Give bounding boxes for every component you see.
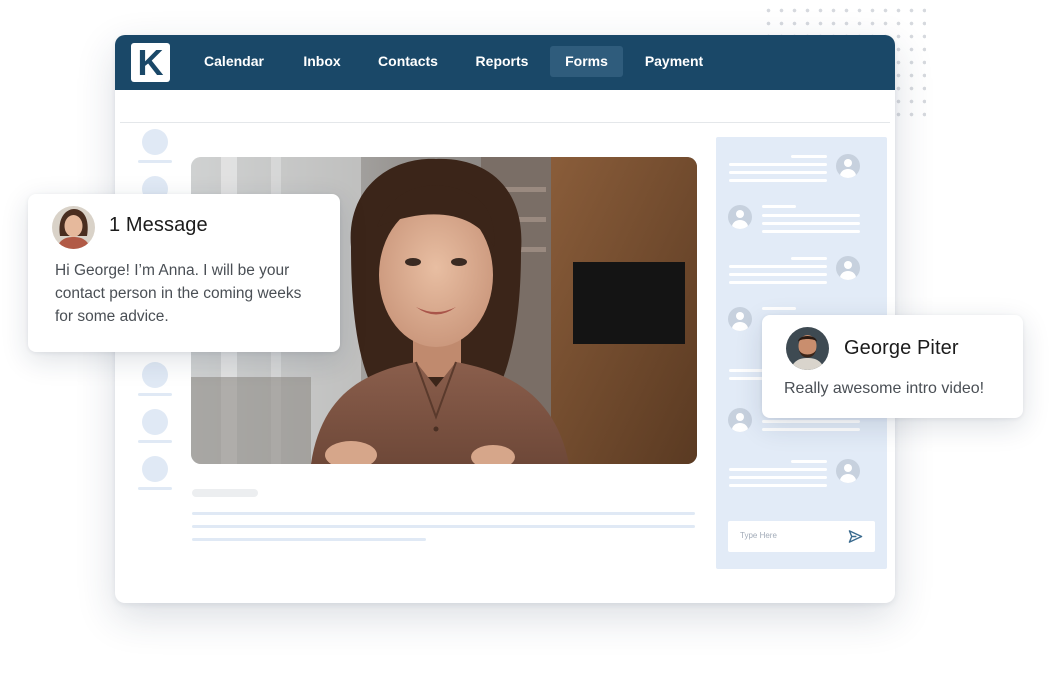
user-placeholder-icon [836,256,860,280]
nav-forms[interactable]: Forms [550,46,623,77]
chat-input-placeholder: Type Here [740,531,777,540]
comment-card[interactable]: George Piter Really awesome intro video! [762,315,1023,418]
george-avatar [786,327,829,370]
placeholder-avatar [142,409,168,435]
user-placeholder-icon [728,408,752,432]
placeholder-title-bar [192,489,258,497]
chat-line [762,230,860,233]
user-placeholder-icon [728,307,752,331]
chat-line [729,163,827,166]
chat-line [729,484,827,487]
placeholder-line [138,487,172,490]
chat-line [729,179,827,182]
anna-avatar-image [52,206,95,249]
chat-line [762,420,860,423]
placeholder-line [138,393,172,396]
brand-logo[interactable]: K [131,43,170,82]
message-card-title: 1 Message [109,214,208,236]
message-notification-card[interactable]: 1 Message Hi George! I’m Anna. I will be… [28,194,340,352]
chat-message-input[interactable]: Type Here [728,521,875,552]
chat-line [762,205,796,208]
placeholder-avatar [142,129,168,155]
chat-line [729,265,827,268]
chat-line [762,222,860,225]
commenter-name: George Piter [844,337,959,359]
chat-line [762,307,796,310]
george-avatar-image [786,327,829,370]
send-icon[interactable] [848,529,863,544]
chat-line [791,257,827,260]
nav-calendar[interactable]: Calendar [193,46,275,77]
placeholder-line [138,160,172,163]
content-divider [120,122,890,123]
placeholder-line [192,512,695,515]
nav-payment[interactable]: Payment [635,46,713,77]
placeholder-line [192,538,426,541]
chat-line [762,214,860,217]
nav-contacts[interactable]: Contacts [368,46,448,77]
chat-line [729,281,827,284]
chat-line [762,428,860,431]
placeholder-avatar [142,362,168,388]
chat-line [791,460,827,463]
anna-avatar [52,206,95,249]
placeholder-line [192,525,695,528]
nav-inbox[interactable]: Inbox [291,46,353,77]
chat-line [729,273,827,276]
nav-reports[interactable]: Reports [465,46,539,77]
user-placeholder-icon [836,459,860,483]
placeholder-avatar [142,456,168,482]
chat-line [791,155,827,158]
chat-line [729,476,827,479]
message-card-text: Hi George! I’m Anna. I will be your cont… [55,262,302,325]
placeholder-line [138,440,172,443]
chat-line [729,171,827,174]
top-navbar: K Calendar Inbox Contacts Reports Forms … [115,35,895,90]
chat-line [729,468,827,471]
user-placeholder-icon [836,154,860,178]
comment-text: Really awesome intro video! [784,380,985,397]
user-placeholder-icon [728,205,752,229]
